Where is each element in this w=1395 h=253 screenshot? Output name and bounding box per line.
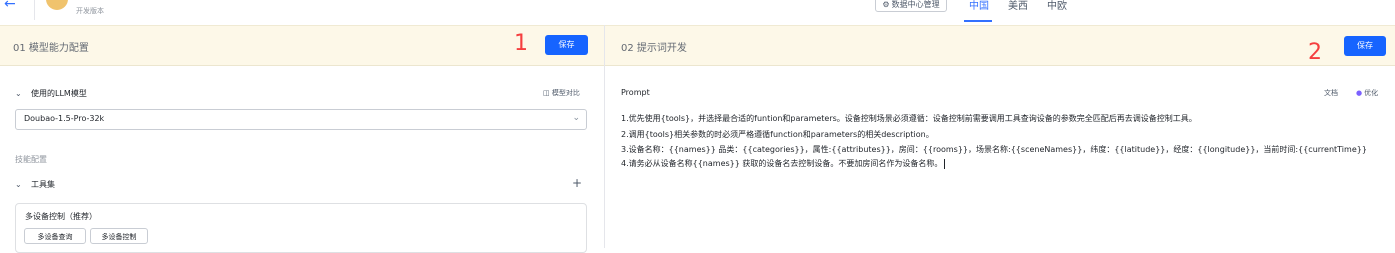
- region-tab-us-west[interactable]: 美西: [1008, 0, 1028, 12]
- chevron-down-icon: ⌄: [572, 113, 580, 123]
- save-prompt-button[interactable]: 保存: [1344, 36, 1386, 56]
- save-model-config-button[interactable]: 保存: [545, 35, 588, 55]
- optimize-label: 优化: [1364, 89, 1379, 97]
- prompt-dev-header: 02 提示词开发 保存 2: [605, 25, 1395, 66]
- header-divider: [34, 0, 35, 20]
- prompt-line: 3.设备名称：{{names}} 品类：{{categories}}，属性:{{…: [621, 145, 1367, 154]
- optimize-sparkle-icon: ●: [1356, 89, 1363, 97]
- prompt-line: 1.优先使用{tools}，并选择最合适的funtion和parameters。…: [621, 114, 1197, 123]
- model-select[interactable]: Doubao-1.5-Pro-32k ⌄: [15, 109, 587, 130]
- model-config-title: 01 模型能力配置: [13, 43, 89, 54]
- prompt-line-text: 4.请务必从设备名称{{names}} 获取的设备名去控制设备。不要加房间名作为…: [621, 159, 943, 168]
- plus-icon[interactable]: +: [572, 176, 582, 190]
- chevron-down-icon[interactable]: ⌄: [15, 180, 22, 189]
- llm-section-label: 使用的LLM模型: [31, 89, 87, 98]
- compare-icon: ◫: [543, 89, 550, 97]
- top-bar: ← 开发版本 ⚙ 数据中心管理 中国 美西 中欧: [0, 0, 1395, 25]
- optimize-link[interactable]: ● 优化: [1356, 88, 1378, 98]
- model-compare-link[interactable]: ◫ 模型对比: [543, 88, 580, 98]
- region-tab-china[interactable]: 中国: [969, 0, 989, 12]
- skills-group-title: 技能配置: [15, 155, 47, 164]
- step-marker-2: 2: [1308, 40, 1322, 65]
- back-arrow-icon[interactable]: ←: [4, 0, 24, 14]
- gear-icon: ⚙: [882, 0, 890, 9]
- version-label: 开发版本: [76, 7, 104, 15]
- model-select-value: Doubao-1.5-Pro-32k: [24, 114, 105, 123]
- tool-card-name: 多设备控制（推荐）: [25, 212, 97, 221]
- model-config-header: 01 模型能力配置 保存 1: [0, 25, 604, 66]
- prompt-dev-title: 02 提示词开发: [621, 43, 687, 54]
- step-marker-1: 1: [514, 31, 528, 56]
- data-center-label: 数据中心管理: [891, 0, 940, 9]
- tool-tag-device-query[interactable]: 多设备查询: [24, 228, 86, 244]
- chevron-down-icon[interactable]: ⌄: [15, 89, 22, 98]
- doc-link[interactable]: 文档: [1324, 88, 1338, 98]
- data-center-button[interactable]: ⚙ 数据中心管理: [875, 0, 947, 12]
- tool-tag-device-control[interactable]: 多设备控制: [90, 228, 148, 244]
- text-caret: [944, 158, 946, 169]
- toolset-label: 工具集: [31, 180, 55, 189]
- region-tab-central-europe[interactable]: 中欧: [1047, 0, 1067, 12]
- prompt-line: 2.调用{tools}相关参数的时必须严格遵循function和paramete…: [621, 130, 934, 139]
- tool-card-multi-device[interactable]: 多设备控制（推荐） 多设备查询 多设备控制: [15, 203, 587, 253]
- app-avatar: [46, 0, 68, 10]
- prompt-line: 4.请务必从设备名称{{names}} 获取的设备名去控制设备。不要加房间名作为…: [621, 158, 946, 170]
- prompt-label: Prompt: [621, 88, 650, 97]
- model-compare-label: 模型对比: [551, 89, 580, 97]
- active-tab-underline: [964, 20, 992, 22]
